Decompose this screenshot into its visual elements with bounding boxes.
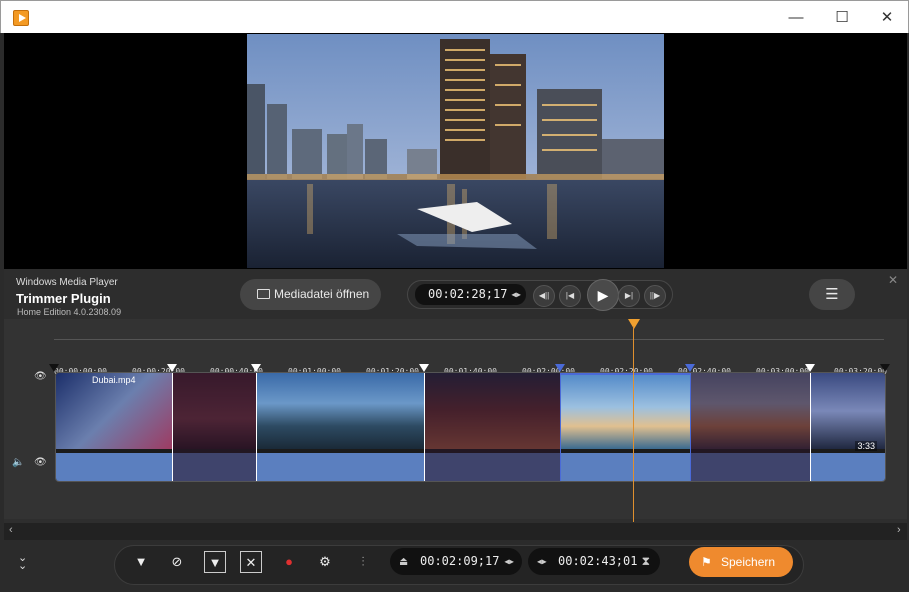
start-marker-icon: ⏏ [400, 554, 408, 568]
thumbnail [560, 373, 690, 449]
cut-marker-line[interactable] [810, 373, 811, 481]
play-button[interactable]: ▶ [587, 279, 619, 311]
filter-icon[interactable]: ▼ [130, 551, 152, 573]
jump-start-button[interactable]: ◀|| [533, 285, 555, 307]
cut-marker-line[interactable] [172, 373, 173, 481]
time-step-arrows-icon[interactable]: ◀▶ [504, 548, 514, 575]
clip-name-label: Dubai.mp4 [92, 375, 136, 385]
end-marker-icon: ⧗ [641, 554, 650, 568]
save-button[interactable]: ⚑ Speichern [689, 547, 793, 577]
playhead-handle-icon[interactable] [628, 319, 640, 329]
close-button[interactable]: ✕ [864, 1, 909, 34]
current-time-field[interactable]: 00:02:28;17 ◀▶ [415, 284, 526, 305]
start-marker-icon[interactable] [49, 364, 59, 372]
app-icon [13, 10, 29, 26]
end-time-value: 00:02:43;01 [558, 554, 638, 568]
title-bar: — ☐ ✕ [0, 0, 909, 33]
open-media-label: Mediadatei öffnen [274, 287, 370, 301]
end-time-field[interactable]: ◀▶ 00:02:43;01 ⧗ [528, 548, 660, 575]
start-time-value: 00:02:09;17 [420, 554, 500, 568]
selection-start-marker-icon[interactable] [555, 364, 565, 372]
collapse-chevrons-icon[interactable]: ⌄ ⌄ [18, 553, 27, 572]
video-visibility-eye-icon[interactable]: 👁 [34, 371, 47, 382]
audio-speaker-icon[interactable]: 🔈 [12, 457, 24, 468]
playhead-line[interactable] [633, 326, 634, 522]
clip-duration-label: 3:33 [855, 441, 877, 451]
plugin-title: Trimmer Plugin [16, 291, 111, 306]
filter-segment-icon[interactable]: ▼ [204, 551, 226, 573]
step-forward-button[interactable]: ▶| [618, 285, 640, 307]
excluded-region [424, 373, 560, 481]
cut-marker-icon[interactable] [167, 364, 177, 372]
cut-marker-icon[interactable] [419, 364, 429, 372]
minimize-button[interactable]: — [773, 1, 819, 34]
scroll-right-icon[interactable]: › [897, 524, 901, 536]
cut-marker-line[interactable] [424, 373, 425, 481]
cut-marker-icon[interactable] [805, 364, 815, 372]
video-frame [247, 34, 664, 268]
current-time-value: 00:02:28;17 [428, 287, 508, 301]
time-ruler[interactable]: 00:00:00;00 00:00:20;00 00:00:40;00 00:0… [54, 339, 887, 376]
time-step-arrows-icon[interactable]: ◀▶ [537, 548, 547, 575]
cut-segment-icon[interactable]: ✕ [240, 551, 262, 573]
equalizer-icon[interactable]: ⫶ [352, 551, 374, 573]
maximize-button[interactable]: ☐ [819, 1, 865, 34]
hamburger-icon: ☰ [825, 286, 839, 303]
ruler-line [54, 339, 884, 340]
time-step-arrows-icon[interactable]: ◀▶ [511, 284, 521, 305]
selection-end-line[interactable] [690, 373, 691, 481]
video-preview [4, 33, 907, 269]
thumbnail [810, 373, 885, 449]
open-media-button[interactable]: Mediadatei öffnen [240, 279, 381, 310]
app-name: Windows Media Player [16, 277, 118, 288]
selection-start-line[interactable] [560, 373, 561, 481]
cut-marker-line[interactable] [256, 373, 257, 481]
bottom-toolbar: ⌄ ⌄ ▼ ⊘ ▼ ✕ ● ⚙ ⫶ ⏏ 00:02:09;17 ◀▶ ◀▶ 00:… [4, 540, 907, 588]
save-label: Speichern [721, 555, 776, 569]
dubai-skyline-image [247, 34, 664, 268]
start-time-field[interactable]: ⏏ 00:02:09;17 ◀▶ [390, 548, 522, 575]
excluded-region [172, 373, 256, 481]
settings-gear-icon[interactable]: ⚙ [314, 551, 336, 573]
step-back-button[interactable]: |◀ [559, 285, 581, 307]
audio-visibility-eye-icon[interactable]: 👁 [34, 457, 47, 468]
edition-label: Home Edition 4.0.2308.09 [17, 307, 122, 317]
panel-header: Windows Media Player Trimmer Plugin Home… [4, 269, 907, 319]
selection-end-marker-icon[interactable] [685, 364, 695, 372]
video-track[interactable]: Dubai.mp4 3:33 [55, 372, 886, 482]
scroll-left-icon[interactable]: ‹ [9, 524, 13, 536]
menu-button[interactable]: ☰ [809, 279, 855, 310]
panel-close-icon[interactable]: ✕ [888, 273, 898, 287]
excluded-region [690, 373, 810, 481]
jump-end-button[interactable]: ||▶ [644, 285, 666, 307]
cut-marker-icon[interactable] [251, 364, 261, 372]
folder-icon [257, 289, 270, 299]
filter-off-icon[interactable]: ⊘ [166, 551, 188, 573]
flag-icon: ⚑ [701, 555, 712, 569]
selected-segment-bar [560, 373, 690, 375]
end-marker-icon[interactable] [880, 364, 890, 372]
trimmer-panel: Windows Media Player Trimmer Plugin Home… [4, 269, 907, 588]
record-mic-icon[interactable]: ● [278, 551, 300, 573]
thumbnail [256, 373, 424, 449]
timeline-scrollbar[interactable]: ‹ › [4, 523, 907, 540]
transport-controls: 00:02:28;17 ◀▶ ◀|| |◀ ▶ ▶| ||▶ [407, 279, 673, 311]
